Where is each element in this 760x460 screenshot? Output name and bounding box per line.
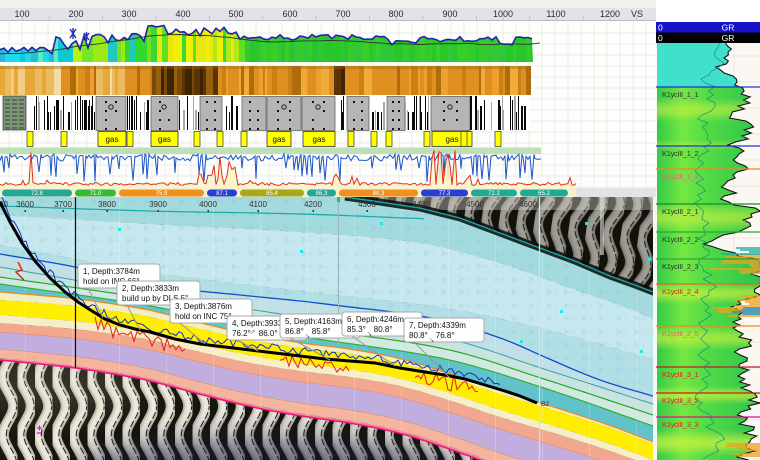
svg-text:VS: VS xyxy=(631,9,643,19)
svg-text:2, Depth:3833m: 2, Depth:3833m xyxy=(122,284,179,293)
svg-text:B2: B2 xyxy=(541,401,549,408)
svg-text:1100: 1100 xyxy=(546,9,565,19)
svg-text:K1ycIII_2_2: K1ycIII_2_2 xyxy=(662,235,698,244)
svg-text:87.1: 87.1 xyxy=(216,191,228,197)
svg-text:K1ycIII_3_2: K1ycIII_3_2 xyxy=(662,396,698,405)
svg-text:0: 0 xyxy=(658,23,663,33)
svg-text:gas: gas xyxy=(106,135,119,144)
svg-text:7, Depth:4339m: 7, Depth:4339m xyxy=(409,321,466,330)
svg-text:K1ycIII_1_1: K1ycIII_1_1 xyxy=(662,90,698,99)
svg-text:4600: 4600 xyxy=(519,200,537,209)
svg-text:GR: GR xyxy=(722,33,735,43)
svg-text:6, Depth:4246m: 6, Depth:4246m xyxy=(347,315,404,324)
svg-text:3700: 3700 xyxy=(54,200,72,209)
svg-text:4500: 4500 xyxy=(466,200,484,209)
svg-text:4200: 4200 xyxy=(304,200,322,209)
svg-text:K1ycIII_3_3: K1ycIII_3_3 xyxy=(662,420,698,429)
svg-text:100: 100 xyxy=(14,9,29,19)
svg-text:gas: gas xyxy=(313,135,326,144)
svg-text:0: 0 xyxy=(658,33,663,43)
svg-text:77.3: 77.3 xyxy=(439,191,451,197)
svg-text:86.3: 86.3 xyxy=(316,191,328,197)
svg-text:3, Depth:3876m: 3, Depth:3876m xyxy=(175,302,232,311)
svg-text:3900: 3900 xyxy=(149,200,167,209)
svg-text:72.8: 72.8 xyxy=(31,191,43,197)
svg-text:71.0: 71.0 xyxy=(90,191,102,197)
svg-text:4400: 4400 xyxy=(412,200,430,209)
svg-text:K1ycIII_2_4: K1ycIII_2_4 xyxy=(662,287,698,296)
svg-text:85.4: 85.4 xyxy=(266,191,278,197)
svg-text:5, Depth:4163m: 5, Depth:4163m xyxy=(285,317,342,326)
svg-text:3800: 3800 xyxy=(98,200,116,209)
svg-text:K1ycIII_1_3: K1ycIII_1_3 xyxy=(662,172,698,181)
svg-text:80.3: 80.3 xyxy=(373,191,385,197)
svg-text:GR: GR xyxy=(722,23,735,33)
svg-text:3600: 3600 xyxy=(16,200,34,209)
svg-text:600: 600 xyxy=(282,9,297,19)
svg-text:hold on INC 75°: hold on INC 75° xyxy=(175,312,232,321)
svg-text:72.2: 72.2 xyxy=(488,191,500,197)
svg-text:K1ycIII_3_1: K1ycIII_3_1 xyxy=(662,370,698,379)
svg-text:K1ycIII_1_2: K1ycIII_1_2 xyxy=(662,149,698,158)
svg-text:K1ycIII_2_3: K1ycIII_2_3 xyxy=(662,262,698,271)
svg-text:75.9: 75.9 xyxy=(156,191,168,197)
svg-text:gas: gas xyxy=(446,135,459,144)
svg-text:1, Depth:3784m: 1, Depth:3784m xyxy=(83,267,140,276)
svg-text:65.2: 65.2 xyxy=(538,191,550,197)
svg-text:gas: gas xyxy=(158,135,171,144)
svg-text:4000: 4000 xyxy=(199,200,217,209)
svg-text:4300: 4300 xyxy=(358,200,376,209)
svg-text:4100: 4100 xyxy=(249,200,267,209)
svg-text:K1ycIII_2_5: K1ycIII_2_5 xyxy=(662,329,698,338)
svg-text:K1ycIII_2_1: K1ycIII_2_1 xyxy=(662,207,698,216)
svg-text:gas: gas xyxy=(273,135,286,144)
